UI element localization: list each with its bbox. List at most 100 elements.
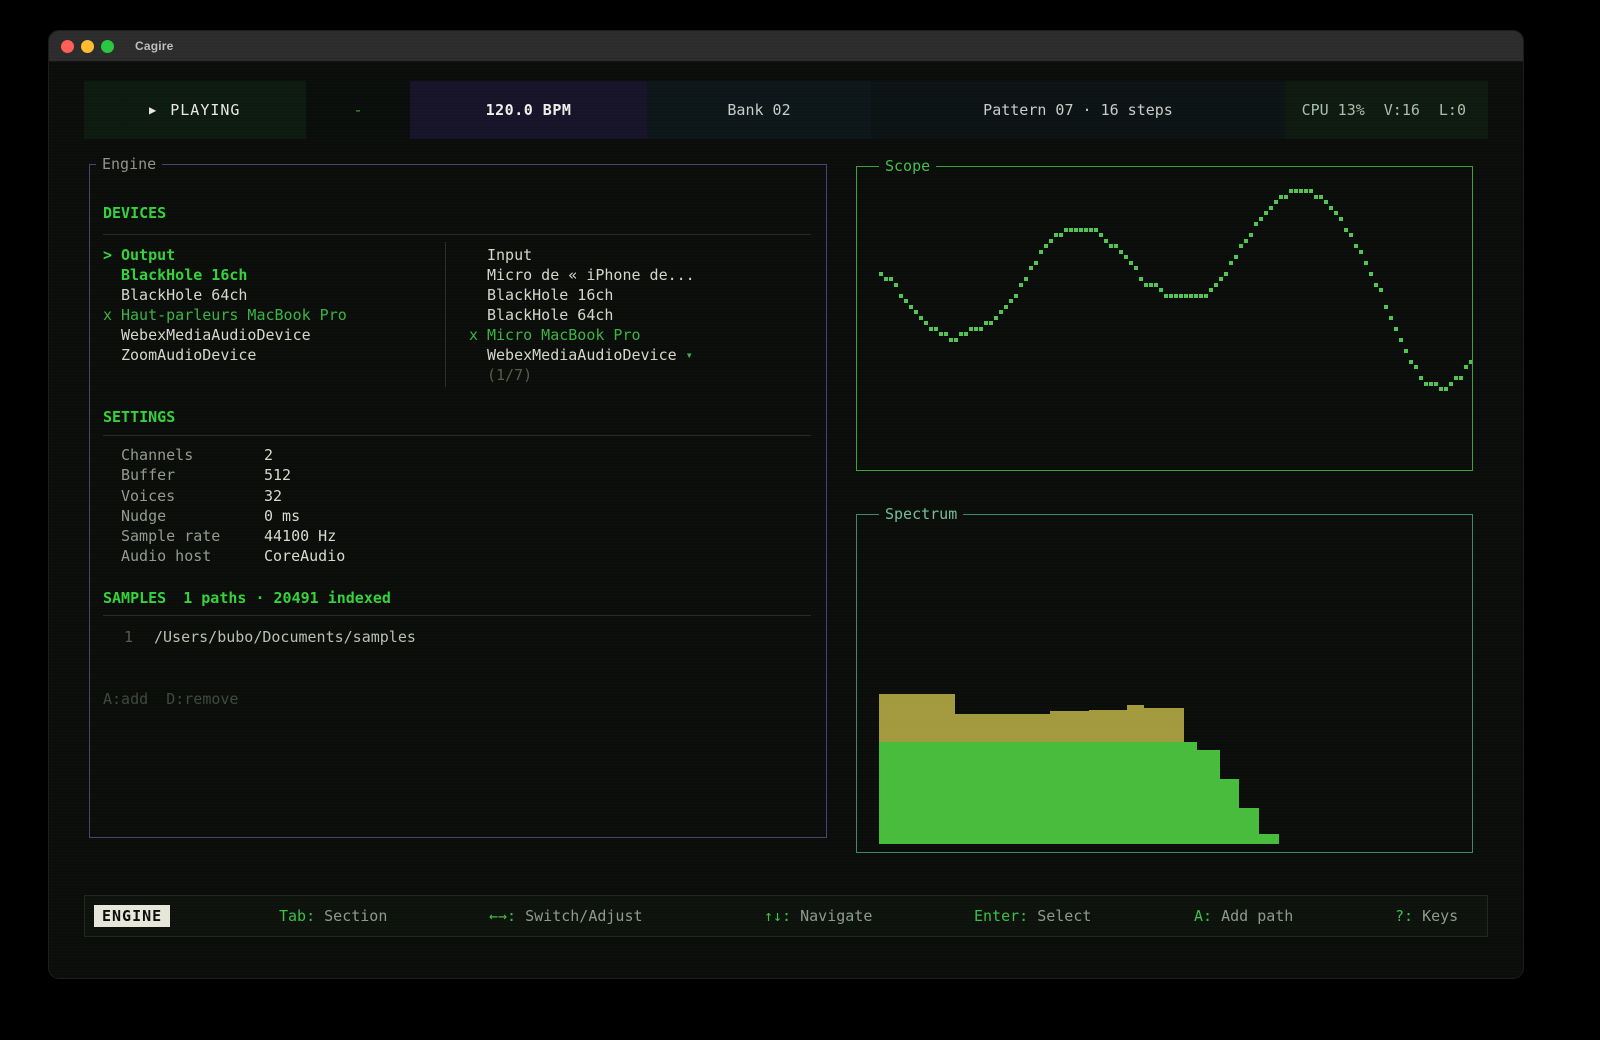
sample-path-row[interactable]: 1/Users/bubo/Documents/samples xyxy=(103,627,416,647)
transport-status: ▶ PLAYING xyxy=(84,81,306,139)
waveform-dot xyxy=(1314,195,1318,199)
sample-path-index: 1 xyxy=(124,627,154,647)
setting-value: 512 xyxy=(264,465,291,485)
samples-heading-label: SAMPLES xyxy=(103,588,166,608)
waveform-dot xyxy=(1384,305,1388,309)
waveform-dot xyxy=(994,316,998,320)
setting-row[interactable]: Nudge0 ms xyxy=(103,506,463,526)
status-separator: - xyxy=(353,101,362,119)
setting-label: Audio host xyxy=(121,546,264,566)
keybar-label: Navigate xyxy=(791,907,872,925)
setting-label: Sample rate xyxy=(121,526,264,546)
device-row[interactable]: BlackHole 16ch xyxy=(103,265,438,285)
waveform-dot xyxy=(1109,244,1113,248)
waveform-dot xyxy=(979,327,983,331)
keybar-item: A: Add path xyxy=(1194,896,1293,936)
setting-row[interactable]: Audio hostCoreAudio xyxy=(103,546,463,566)
waveform-dot xyxy=(1204,294,1208,298)
waveform-dot xyxy=(1444,387,1448,391)
keybar-item: ↑↓: Navigate xyxy=(764,896,872,936)
device-marker xyxy=(103,325,121,345)
waveform-dot xyxy=(1299,189,1303,193)
device-row[interactable]: xMicro MacBook Pro xyxy=(469,325,814,345)
waveform-dot xyxy=(1219,277,1223,281)
waveform-dot xyxy=(1404,349,1408,353)
device-row[interactable]: xHaut-parleurs MacBook Pro xyxy=(103,305,438,325)
waveform-dot xyxy=(1304,189,1308,193)
waveform-dot xyxy=(1189,294,1193,298)
setting-row[interactable]: Buffer512 xyxy=(103,465,463,485)
settings-heading: SETTINGS xyxy=(103,407,175,427)
waveform-dot xyxy=(1319,195,1323,199)
device-row[interactable]: ZoomAudioDevice xyxy=(103,345,438,365)
waveform-dot xyxy=(879,272,883,276)
spectrum-high-band xyxy=(879,694,955,742)
setting-row[interactable]: Channels2 xyxy=(103,445,463,465)
device-label: Micro MacBook Pro xyxy=(487,325,641,345)
bpm-display[interactable]: 120.0 BPM xyxy=(410,81,647,139)
device-marker xyxy=(469,285,487,305)
waveform-dot xyxy=(1104,239,1108,243)
bank-display[interactable]: Bank 02 xyxy=(647,81,871,139)
waveform-dot xyxy=(919,316,923,320)
device-row[interactable]: BlackHole 64ch xyxy=(103,285,438,305)
setting-row[interactable]: Sample rate44100 Hz xyxy=(103,526,463,546)
device-row[interactable]: >Output xyxy=(103,245,438,265)
spectrum-low-band xyxy=(1197,750,1220,844)
setting-label: Voices xyxy=(121,486,264,506)
waveform-dot xyxy=(1214,283,1218,287)
minimize-button[interactable] xyxy=(81,40,94,53)
engine-panel: Engine DEVICES >OutputBlackHole 16chBlac… xyxy=(89,164,827,838)
waveform-dot xyxy=(1369,272,1373,276)
waveform-dot xyxy=(1164,294,1168,298)
device-marker xyxy=(469,265,487,285)
device-row[interactable]: BlackHole 64ch xyxy=(469,305,814,325)
cpu-value: CPU 13% xyxy=(1302,101,1365,119)
keybar-label: Add path xyxy=(1212,907,1293,925)
waveform-dot xyxy=(1184,294,1188,298)
waveform-dot xyxy=(1399,338,1403,342)
waveform-dot xyxy=(1119,250,1123,254)
waveform-dot xyxy=(1224,272,1228,276)
waveform-dot xyxy=(1084,228,1088,232)
waveform-dot xyxy=(1344,228,1348,232)
device-row[interactable]: (1/7) xyxy=(469,365,814,385)
waveform-dot xyxy=(1094,228,1098,232)
scope-waveform xyxy=(857,167,1472,470)
device-marker: > xyxy=(103,245,121,265)
waveform-dot xyxy=(959,332,963,336)
window-titlebar[interactable]: Cagire xyxy=(49,31,1523,62)
device-row[interactable]: WebexMediaAudioDevice xyxy=(103,325,438,345)
setting-row[interactable]: Voices32 xyxy=(103,486,463,506)
waveform-dot xyxy=(1469,360,1472,364)
waveform-dot xyxy=(1464,365,1468,369)
keybar-key: ↑↓: xyxy=(764,907,791,925)
waveform-dot xyxy=(954,338,958,342)
waveform-dot xyxy=(1049,239,1053,243)
key-hint-bar: ENGINE Tab: Section←→: Switch/Adjust↑↓: … xyxy=(84,895,1488,937)
keybar-item: Enter: Select xyxy=(974,896,1091,936)
pattern-display[interactable]: Pattern 07 · 16 steps xyxy=(871,81,1285,139)
waveform-dot xyxy=(974,327,978,331)
device-row[interactable]: Micro de « iPhone de... xyxy=(469,265,814,285)
waveform-dot xyxy=(1234,255,1238,259)
waveform-dot xyxy=(1334,211,1338,215)
keybar-key: ←→: xyxy=(489,907,516,925)
settings-divider xyxy=(103,435,811,436)
close-button[interactable] xyxy=(61,40,74,53)
waveform-dot xyxy=(1419,376,1423,380)
waveform-dot xyxy=(1059,233,1063,237)
device-row[interactable]: Input xyxy=(469,245,814,265)
waveform-dot xyxy=(949,338,953,342)
device-row[interactable]: BlackHole 16ch xyxy=(469,285,814,305)
waveform-dot xyxy=(894,283,898,287)
waveform-dot xyxy=(1329,206,1333,210)
device-label: BlackHole 64ch xyxy=(121,285,247,305)
device-marker xyxy=(469,305,487,325)
maximize-button[interactable] xyxy=(101,40,114,53)
device-row[interactable]: WebexMediaAudioDevice▾ xyxy=(469,345,814,365)
device-marker xyxy=(103,285,121,305)
settings-rows: Channels2Buffer512Voices32Nudge0 msSampl… xyxy=(103,445,463,567)
keybar-label: Select xyxy=(1028,907,1091,925)
waveform-dot xyxy=(1409,360,1413,364)
